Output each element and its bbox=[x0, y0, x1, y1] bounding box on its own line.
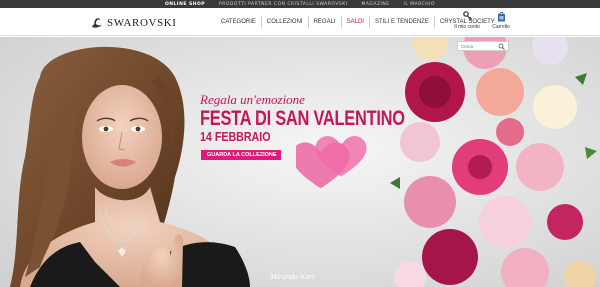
view-collection-button[interactable]: GUARDA LA COLLEZIONE ► bbox=[201, 150, 281, 160]
topbar-link-magazine[interactable]: MAGAZINE bbox=[356, 2, 396, 7]
top-utility-bar: ONLINE SHOP · PRODOTTI PARTNER CON CRIST… bbox=[0, 0, 600, 8]
cart-label: Carrello bbox=[492, 24, 510, 30]
hero-headline: FESTA DI SAN VALENTINO bbox=[200, 107, 405, 130]
logo[interactable]: SWAROVSKI bbox=[90, 16, 177, 30]
flower-bouquet-image bbox=[390, 37, 597, 287]
swan-icon bbox=[92, 18, 102, 28]
nav-item-gifts[interactable]: REGALI bbox=[307, 16, 341, 28]
topbar-link-partner-products[interactable]: PRODOTTI PARTNER CON CRISTALLI SWAROVSKI bbox=[213, 2, 354, 7]
hero-banner: Regala un'emozione FESTA DI SAN VALENTIN… bbox=[0, 37, 600, 287]
shopping-bag-icon bbox=[497, 11, 505, 22]
account-button[interactable]: Il mio conto bbox=[452, 11, 482, 30]
nav-item-categories[interactable]: CATEGORIE bbox=[216, 16, 261, 28]
topbar-link-online-shop[interactable]: ONLINE SHOP bbox=[159, 2, 211, 7]
topbar-link-brand[interactable]: IL MARCHIO bbox=[398, 2, 442, 7]
hero-tagline: Regala un'emozione bbox=[200, 92, 305, 107]
search-icon[interactable] bbox=[498, 43, 505, 50]
nav-item-sale[interactable]: SALDI bbox=[340, 16, 369, 28]
cta-label: GUARDA LA COLLEZIONE bbox=[207, 152, 277, 158]
model-caption: Miranda Kerr bbox=[270, 272, 316, 281]
account-label: Il mio conto bbox=[454, 24, 480, 30]
logo-wordmark: SWAROVSKI bbox=[107, 17, 177, 29]
hero-date: 14 FEBBRAIO bbox=[200, 129, 271, 144]
search-box bbox=[457, 41, 509, 51]
key-icon bbox=[462, 11, 472, 21]
arrow-right-icon: ► bbox=[272, 152, 277, 158]
nav-item-collections[interactable]: COLLEZIONI bbox=[260, 16, 308, 28]
cart-button[interactable]: Carrello bbox=[486, 11, 516, 30]
search-input[interactable] bbox=[458, 42, 498, 50]
model-photo bbox=[10, 46, 250, 287]
header-tools: Il mio conto Carrello bbox=[452, 11, 520, 30]
hearts-graphic bbox=[296, 136, 367, 189]
site-header: SWAROVSKI CATEGORIE COLLEZIONI REGALI SA… bbox=[0, 8, 600, 36]
nav-item-styles-trends[interactable]: STILI E TENDENZE bbox=[368, 16, 434, 28]
